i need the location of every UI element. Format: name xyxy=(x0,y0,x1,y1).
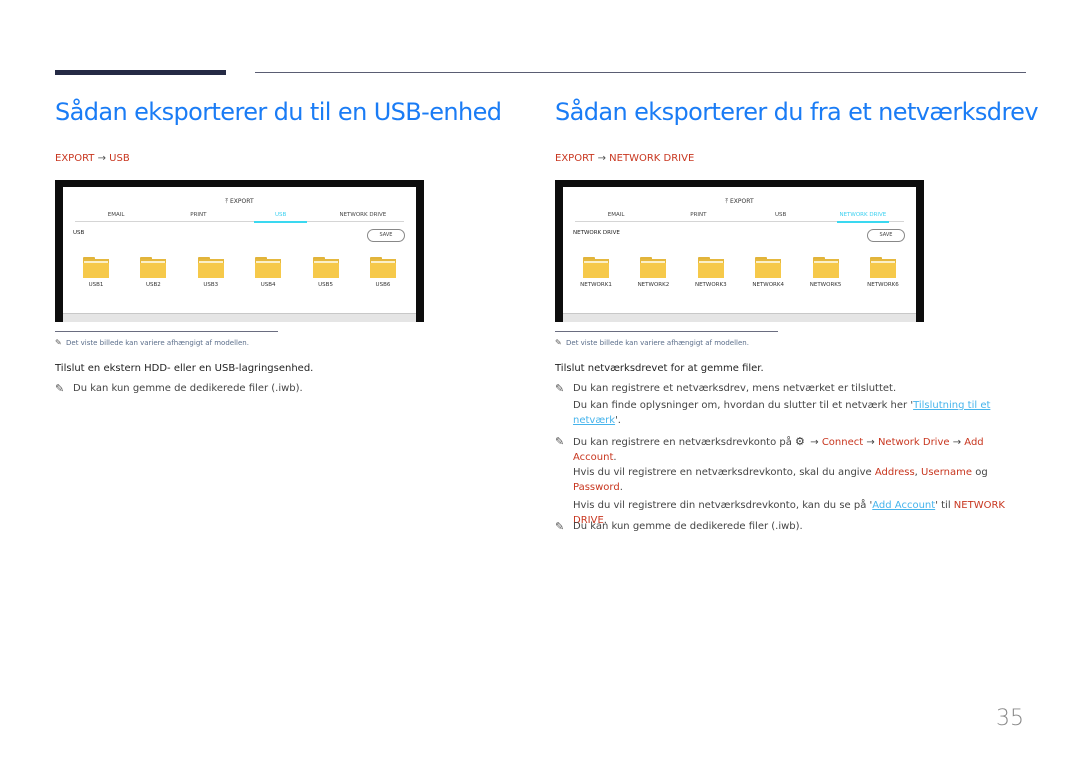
folder-label: USB5 xyxy=(318,282,333,288)
folder-item[interactable]: USB3 xyxy=(188,257,234,288)
tab-bar: EMAIL PRINT USB NETWORK DRIVE xyxy=(75,210,404,223)
tab-network-drive[interactable]: NETWORK DRIVE xyxy=(322,210,404,221)
pencil-icon: ✎ xyxy=(55,382,65,395)
menu-connect: Connect xyxy=(821,437,864,448)
location-label: USB xyxy=(73,230,85,236)
export-icon: ⤒ xyxy=(225,198,228,205)
note-item: ✎ Du kan kun gemme de dedikerede filer (… xyxy=(555,520,803,533)
screenshot-frame: ⤒ EXPORT EMAIL PRINT USB NETWORK DRIVE US… xyxy=(55,180,424,322)
note-divider xyxy=(555,331,778,332)
folder-item[interactable]: USB4 xyxy=(245,257,291,288)
folder-label: USB4 xyxy=(260,282,276,288)
pencil-icon: ✎ xyxy=(555,382,565,395)
tab-usb[interactable]: USB xyxy=(740,210,822,221)
folder-icon xyxy=(640,257,667,278)
folder-label: NETWORK6 xyxy=(867,282,899,288)
folder-item[interactable]: NETWORK2 xyxy=(630,257,676,288)
folder-item[interactable]: USB6 xyxy=(360,257,406,288)
folder-icon xyxy=(312,257,339,278)
export-header: ⤒ EXPORT xyxy=(725,198,754,205)
folder-item[interactable]: NETWORK4 xyxy=(745,257,791,288)
tab-network-drive[interactable]: NETWORK DRIVE xyxy=(822,210,904,223)
link-add-account[interactable]: Add Account xyxy=(872,500,935,511)
screen-footer xyxy=(563,313,916,322)
field-password: Password xyxy=(573,482,620,493)
folder-item[interactable]: USB1 xyxy=(73,257,119,288)
path-export: EXPORT xyxy=(555,153,595,164)
pencil-icon: ✎ xyxy=(555,338,562,347)
path-network-drive: NETWORK DRIVE xyxy=(609,153,695,164)
gear-icon: ⚙ xyxy=(795,435,805,448)
field-username: Username xyxy=(921,467,973,478)
folder-item[interactable]: USB2 xyxy=(130,257,176,288)
pencil-icon: ✎ xyxy=(55,338,62,347)
section-title: Sådan eksporterer du fra et netværksdrev xyxy=(555,98,1039,126)
instruction-text: Tilslut netværksdrevet for at gemme file… xyxy=(555,363,764,374)
folder-label: USB6 xyxy=(375,282,391,288)
path-usb: USB xyxy=(109,153,130,164)
arrow-icon: → xyxy=(597,153,606,164)
arrow-icon: → xyxy=(97,153,106,164)
export-icon: ⤒ xyxy=(725,198,728,205)
note-item: ✎ Du kan registrere et netværksdrev, men… xyxy=(555,382,991,426)
tab-usb[interactable]: USB xyxy=(240,210,322,223)
folder-icon xyxy=(812,257,839,278)
pencil-icon: ✎ xyxy=(555,520,565,533)
note-divider xyxy=(55,331,278,332)
folder-label: NETWORK2 xyxy=(637,282,670,288)
note-item: ✎ Du kan registrere en netværksdrevkonto… xyxy=(555,435,1005,526)
image-note: ✎ Det viste billede kan variere afhængigt… xyxy=(55,338,249,347)
pencil-icon: ✎ xyxy=(555,435,565,448)
tab-email[interactable]: EMAIL xyxy=(75,210,157,221)
field-address: Address xyxy=(874,467,915,478)
folder-icon xyxy=(197,257,224,278)
header-bar-accent xyxy=(55,70,226,75)
folder-icon xyxy=(755,257,782,278)
folder-item[interactable]: NETWORK6 xyxy=(860,257,906,288)
folder-item[interactable]: NETWORK3 xyxy=(688,257,734,288)
folder-icon xyxy=(140,257,167,278)
page-number: 35 xyxy=(996,706,1024,731)
section-title: Sådan eksporterer du til en USB-enhed xyxy=(55,98,502,126)
header-rule xyxy=(255,72,1026,73)
save-button[interactable]: SAVE xyxy=(867,229,905,242)
menu-path: EXPORT → USB xyxy=(55,153,130,164)
screen-footer xyxy=(63,313,416,322)
folder-item[interactable]: NETWORK1 xyxy=(573,257,619,288)
location-label: NETWORK DRIVE xyxy=(573,230,620,236)
folder-label: USB1 xyxy=(88,282,104,288)
tab-email[interactable]: EMAIL xyxy=(575,210,657,221)
folder-icon xyxy=(869,257,896,278)
image-note: ✎ Det viste billede kan variere afhængigt… xyxy=(555,338,749,347)
tab-print[interactable]: PRINT xyxy=(657,210,739,221)
folder-icon xyxy=(583,257,609,278)
export-header: ⤒ EXPORT xyxy=(225,198,254,205)
folder-label: NETWORK5 xyxy=(809,282,842,288)
instruction-text: Tilslut en ekstern HDD- eller en USB-lag… xyxy=(55,363,314,374)
tab-bar: EMAIL PRINT USB NETWORK DRIVE xyxy=(575,210,904,223)
menu-path: EXPORT → NETWORK DRIVE xyxy=(555,153,694,164)
folder-icon xyxy=(697,257,724,278)
note-item: ✎ Du kan kun gemme de dedikerede filer (… xyxy=(55,382,303,395)
folder-label: NETWORK4 xyxy=(752,282,784,288)
folder-item[interactable]: NETWORK5 xyxy=(803,257,849,288)
folder-label: NETWORK1 xyxy=(580,282,612,288)
folder-icon xyxy=(255,257,282,278)
folder-label: NETWORK3 xyxy=(694,282,727,288)
screenshot-frame: ⤒ EXPORT EMAIL PRINT USB NETWORK DRIVE NE… xyxy=(555,180,924,322)
folder-label: USB3 xyxy=(203,282,219,288)
folder-label: USB2 xyxy=(145,282,161,288)
folder-item[interactable]: USB5 xyxy=(303,257,349,288)
path-export: EXPORT xyxy=(55,153,95,164)
folder-list: USB1 USB2 USB3 USB4 USB5 USB6 xyxy=(73,257,406,288)
menu-network-drive: Network Drive xyxy=(877,437,950,448)
folder-list: NETWORK1 NETWORK2 NETWORK3 NETWORK4 NETW… xyxy=(573,257,906,288)
folder-icon xyxy=(369,257,396,278)
save-button[interactable]: SAVE xyxy=(367,229,405,242)
tab-print[interactable]: PRINT xyxy=(157,210,239,221)
folder-icon xyxy=(83,257,109,278)
